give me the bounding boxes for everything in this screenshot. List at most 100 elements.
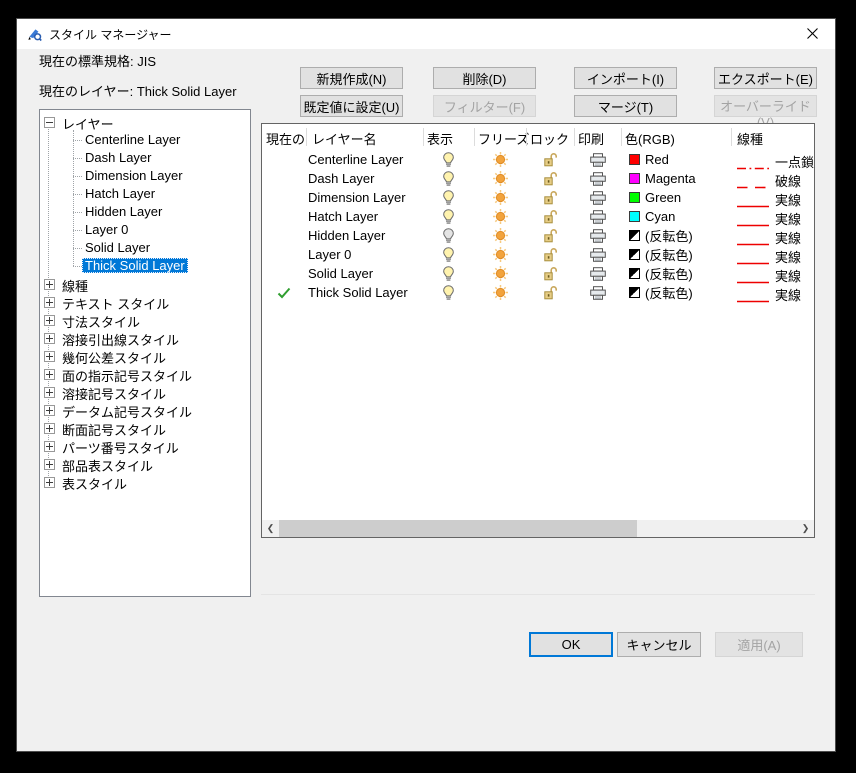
toolbar-button-1[interactable]: 新規作成(N) (300, 67, 403, 89)
expand-icon[interactable] (44, 279, 55, 290)
column-divider[interactable] (474, 128, 475, 146)
close-button[interactable] (790, 19, 835, 48)
open-padlock-icon[interactable] (526, 188, 574, 207)
freeze-sun-icon[interactable] (474, 169, 526, 188)
toolbar-button-2[interactable]: 削除(D) (433, 67, 536, 89)
layer-row[interactable]: Thick Solid Layer(反転色)実線 (262, 283, 814, 302)
open-padlock-icon[interactable] (526, 245, 574, 264)
expand-icon[interactable] (44, 441, 55, 452)
tree-item[interactable]: 幾何公差スタイル (40, 347, 250, 365)
column-divider[interactable] (731, 128, 732, 146)
titlebar[interactable]: スタイル マネージャー (17, 19, 835, 49)
expand-icon[interactable] (44, 315, 55, 326)
freeze-sun-icon[interactable] (474, 264, 526, 283)
printer-icon[interactable] (574, 188, 621, 207)
tree-item[interactable]: Dash Layer (40, 149, 250, 167)
visibility-lightbulb-icon[interactable] (423, 207, 474, 226)
column-divider[interactable] (423, 128, 424, 146)
layer-color-cell[interactable]: Cyan (629, 207, 675, 226)
toolbar-button-3[interactable]: インポート(I) (574, 67, 677, 89)
tree-item[interactable]: 寸法スタイル (40, 311, 250, 329)
open-padlock-icon[interactable] (526, 264, 574, 283)
expand-icon[interactable] (44, 351, 55, 362)
toolbar-button-7[interactable]: マージ(T) (574, 95, 677, 117)
expand-icon[interactable] (44, 387, 55, 398)
column-header[interactable]: 表示 (427, 129, 453, 148)
expand-icon[interactable] (44, 369, 55, 380)
tree-item[interactable]: Centerline Layer (40, 131, 250, 149)
column-divider[interactable] (574, 128, 575, 146)
visibility-lightbulb-icon[interactable] (423, 188, 474, 207)
layer-row[interactable]: Solid Layer(反転色)実線 (262, 264, 814, 283)
tree-item[interactable]: 線種 (40, 275, 250, 293)
column-divider[interactable] (306, 128, 307, 146)
column-header[interactable]: 印刷 (578, 129, 604, 148)
column-divider[interactable] (526, 128, 527, 146)
tree-item[interactable]: Solid Layer (40, 239, 250, 257)
column-header[interactable]: フリーズ (478, 129, 529, 148)
layer-row[interactable]: Centerline LayerRed一点鎖線 (262, 150, 814, 169)
scroll-left-button[interactable]: ❮ (262, 520, 279, 537)
freeze-sun-icon[interactable] (474, 188, 526, 207)
expand-icon[interactable] (44, 297, 55, 308)
collapse-icon[interactable] (44, 117, 55, 128)
cancel-button[interactable]: キャンセル (617, 632, 701, 657)
scrollbar-thumb[interactable] (279, 520, 637, 537)
column-header[interactable]: 現在の (266, 129, 305, 148)
expand-icon[interactable] (44, 459, 55, 470)
tree-item[interactable]: Hidden Layer (40, 203, 250, 221)
freeze-sun-icon[interactable] (474, 283, 526, 302)
layer-row[interactable]: Layer 0(反転色)実線 (262, 245, 814, 264)
printer-icon[interactable] (574, 245, 621, 264)
column-header[interactable]: 線種 (737, 129, 763, 148)
toolbar-button-5[interactable]: 既定値に設定(U) (300, 95, 403, 117)
layer-color-cell[interactable]: (反転色) (629, 245, 693, 264)
layer-color-cell[interactable]: Magenta (629, 169, 696, 188)
tree-item[interactable]: 溶接引出線スタイル (40, 329, 250, 347)
printer-icon[interactable] (574, 283, 621, 302)
layer-row[interactable]: Hidden Layer(反転色)実線 (262, 226, 814, 245)
layer-row[interactable]: Hatch LayerCyan実線 (262, 207, 814, 226)
tree-item[interactable]: Hatch Layer (40, 185, 250, 203)
layer-color-cell[interactable]: (反転色) (629, 264, 693, 283)
visibility-lightbulb-icon[interactable] (423, 169, 474, 188)
tree-item[interactable]: Layer 0 (40, 221, 250, 239)
printer-icon[interactable] (574, 169, 621, 188)
open-padlock-icon[interactable] (526, 283, 574, 302)
layer-row[interactable]: Dimension LayerGreen実線 (262, 188, 814, 207)
visibility-lightbulb-icon[interactable] (423, 150, 474, 169)
layer-color-cell[interactable]: Green (629, 188, 681, 207)
visibility-lightbulb-icon[interactable] (423, 264, 474, 283)
tree-item[interactable]: テキスト スタイル (40, 293, 250, 311)
printer-icon[interactable] (574, 226, 621, 245)
tree-item[interactable]: 部品表スタイル (40, 455, 250, 473)
expand-icon[interactable] (44, 333, 55, 344)
printer-icon[interactable] (574, 207, 621, 226)
freeze-sun-icon[interactable] (474, 207, 526, 226)
column-header[interactable]: ロック (530, 129, 569, 148)
expand-icon[interactable] (44, 423, 55, 434)
open-padlock-icon[interactable] (526, 150, 574, 169)
printer-icon[interactable] (574, 264, 621, 283)
expand-icon[interactable] (44, 477, 55, 488)
open-padlock-icon[interactable] (526, 169, 574, 188)
linetype-sample[interactable] (737, 291, 769, 309)
tree-item[interactable]: 溶接記号スタイル (40, 383, 250, 401)
layer-color-cell[interactable]: (反転色) (629, 283, 693, 302)
scroll-right-button[interactable]: ❯ (797, 520, 814, 537)
layer-row[interactable]: Dash LayerMagenta破線 (262, 169, 814, 188)
open-padlock-icon[interactable] (526, 226, 574, 245)
tree-item[interactable]: 表スタイル (40, 473, 250, 491)
layer-color-cell[interactable]: Red (629, 150, 669, 169)
horizontal-scrollbar[interactable]: ❮ ❯ (262, 520, 814, 537)
tree-item[interactable]: レイヤー (40, 113, 250, 131)
column-divider[interactable] (621, 128, 622, 146)
tree-item[interactable]: 断面記号スタイル (40, 419, 250, 437)
visibility-lightbulb-icon[interactable] (423, 226, 474, 245)
freeze-sun-icon[interactable] (474, 150, 526, 169)
tree-item[interactable]: パーツ番号スタイル (40, 437, 250, 455)
layer-color-cell[interactable]: (反転色) (629, 226, 693, 245)
tree-item[interactable]: 面の指示記号スタイル (40, 365, 250, 383)
tree-item[interactable]: Thick Solid Layer (40, 257, 250, 275)
tree-item[interactable]: データム記号スタイル (40, 401, 250, 419)
